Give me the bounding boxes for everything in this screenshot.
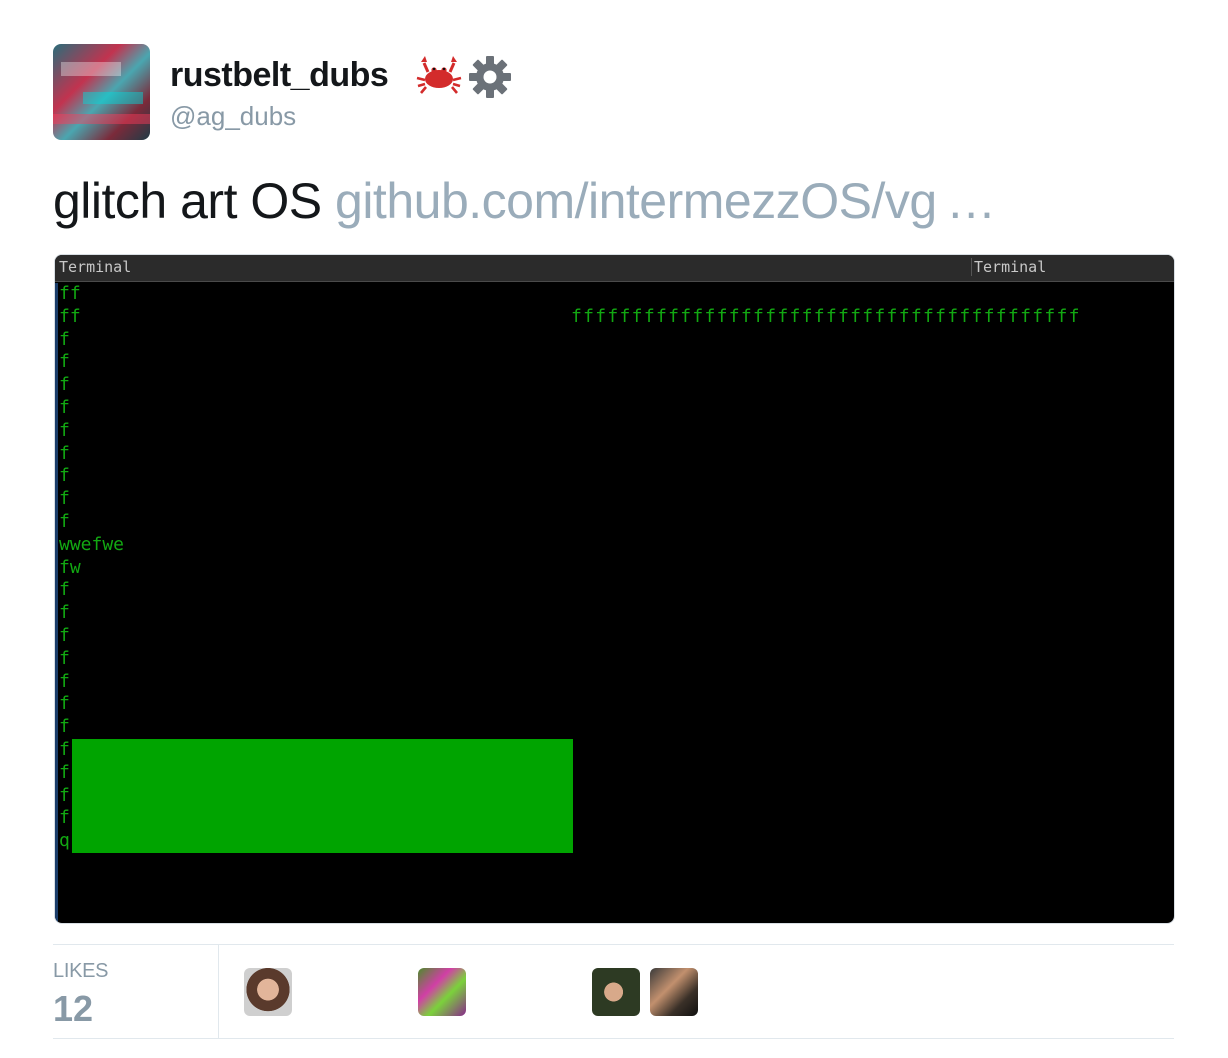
tweet-text: glitch art OS github.com/intermezzOS/vg … (53, 172, 996, 230)
avatar-glitch-band (53, 114, 150, 124)
tweet-link[interactable]: github.com/intermezzOS/vg … (335, 173, 996, 229)
liker-avatar[interactable] (244, 968, 292, 1016)
terminal-line: f (59, 488, 70, 510)
terminal-right-output: ffffffffffffffffffffffffffffffffffffffff… (571, 306, 1081, 327)
terminal-line: wwefwe (59, 533, 125, 555)
divider (53, 1038, 1174, 1039)
terminal-title-right: Terminal (971, 258, 1046, 276)
avatar-glitch-band (83, 92, 143, 104)
terminal-title-left: Terminal (59, 258, 132, 276)
terminal-line: ff (59, 283, 81, 304)
tweet-header: rustbelt_dubs @ag_dubs (53, 44, 753, 144)
terminal-line: f (59, 396, 70, 418)
terminal-line: f (59, 419, 70, 441)
author-handle[interactable]: @ag_dubs (170, 101, 296, 132)
divider (53, 944, 1174, 945)
terminal-line: f (59, 442, 70, 464)
likes-count[interactable]: 12 (53, 988, 93, 1030)
likes-label[interactable]: LIKES (53, 960, 109, 983)
tweet-media-image[interactable]: Terminal Terminal ff ff f f f f f f f f f wwefwe fw f… (54, 254, 1175, 924)
terminal-left-edge (55, 283, 58, 923)
gear-icon (469, 56, 511, 98)
terminal-line: f (59, 579, 70, 601)
author-display-name[interactable]: rustbelt_dubs (170, 56, 389, 95)
liker-avatar[interactable] (650, 968, 698, 1016)
terminal-line: f (59, 465, 70, 487)
crab-icon (416, 56, 462, 94)
glitch-green-block (72, 739, 573, 853)
terminal-line: f (59, 374, 70, 396)
terminal-line: fw (59, 556, 81, 578)
terminal-line: f (59, 647, 70, 669)
terminal-line: f (59, 602, 70, 624)
terminal-line: f (59, 624, 70, 646)
tweet-body: glitch art OS (53, 173, 322, 229)
author-avatar[interactable] (53, 44, 150, 140)
terminal-line: f (59, 670, 70, 692)
avatar-glitch-band (61, 62, 121, 76)
terminal-line: ff (59, 305, 81, 327)
terminal-line: f (59, 351, 70, 373)
liker-avatar[interactable] (592, 968, 640, 1016)
terminal-line: f (59, 510, 70, 532)
terminal-line: f (59, 328, 70, 350)
terminal-titlebar: Terminal Terminal (55, 255, 1174, 282)
terminal-line: f (59, 693, 70, 715)
divider (218, 945, 219, 1038)
liker-avatar[interactable] (418, 968, 466, 1016)
terminal-line: f (59, 716, 70, 738)
